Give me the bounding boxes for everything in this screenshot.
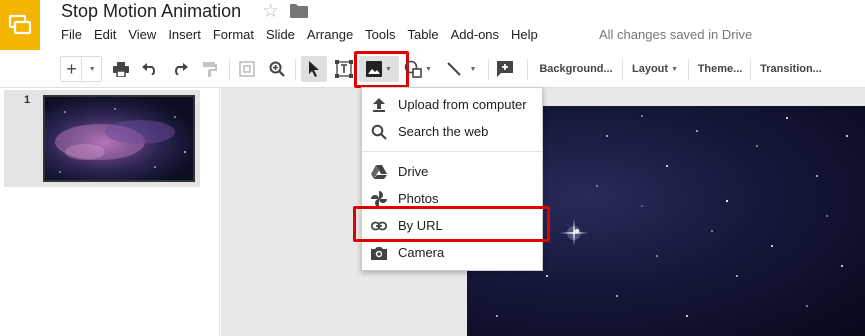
- menu-help[interactable]: Help: [505, 26, 544, 44]
- chevron-down-icon: ▼: [469, 65, 477, 73]
- menu-item-drive[interactable]: Drive: [362, 159, 542, 185]
- undo-button[interactable]: [139, 56, 161, 82]
- slides-logo[interactable]: [0, 0, 40, 50]
- menu-item-upload-from-computer[interactable]: Upload from computer: [362, 92, 542, 118]
- toolbar: + ▼ ▼ ▼ ▼ Background... Layout ▼ Theme..…: [0, 51, 865, 88]
- paint-format-button[interactable]: [199, 56, 221, 82]
- theme-button[interactable]: Theme...: [693, 56, 747, 82]
- comment-button[interactable]: [493, 56, 517, 82]
- star-icon[interactable]: ☆: [262, 0, 279, 23]
- upload-icon: [373, 98, 385, 112]
- menu-format[interactable]: Format: [207, 26, 260, 44]
- shape-button[interactable]: ▼: [401, 56, 435, 82]
- menu-view[interactable]: View: [122, 26, 162, 44]
- slide-thumbnail[interactable]: [43, 95, 195, 182]
- print-button[interactable]: [110, 56, 132, 82]
- menu-arrange[interactable]: Arrange: [301, 26, 359, 44]
- save-status[interactable]: All changes saved in Drive: [599, 27, 752, 42]
- redo-icon: [175, 63, 188, 75]
- chevron-down-icon: ▼: [671, 65, 678, 73]
- menu-insert[interactable]: Insert: [162, 26, 207, 44]
- chevron-down-icon: ▼: [425, 65, 432, 73]
- menu-file[interactable]: File: [55, 26, 88, 44]
- print-icon: [113, 61, 129, 77]
- text-box-button[interactable]: [332, 56, 356, 82]
- paint-format-icon: [203, 61, 217, 77]
- menu-slide[interactable]: Slide: [260, 26, 301, 44]
- folder-icon[interactable]: [290, 4, 308, 23]
- slide-filmstrip: 1: [0, 88, 220, 336]
- line-icon: [446, 62, 461, 76]
- transition-button[interactable]: Transition...: [755, 56, 827, 82]
- line-button[interactable]: ▼: [442, 56, 480, 82]
- toolbar-divider: [488, 59, 489, 80]
- text-box-icon: [335, 60, 353, 78]
- chevron-down-icon: ▼: [88, 65, 96, 73]
- document-title[interactable]: Stop Motion Animation: [61, 1, 241, 22]
- select-icon: [309, 61, 319, 77]
- menu-item-by-url[interactable]: By URL: [362, 213, 542, 239]
- toolbar-divider: [295, 59, 296, 80]
- new-slide-icon: +: [66, 58, 77, 79]
- camera-icon: [371, 247, 387, 260]
- zoom-fit-button[interactable]: [236, 56, 258, 82]
- new-slide-button[interactable]: + ▼: [60, 56, 102, 82]
- comment-icon: [497, 61, 513, 77]
- insert-image-button[interactable]: ▼: [359, 56, 399, 82]
- zoom-button[interactable]: [266, 56, 288, 82]
- search-icon: [371, 124, 387, 140]
- toolbar-divider: [622, 59, 623, 80]
- zoom-icon: [269, 61, 285, 77]
- menu-item-search-the-web[interactable]: Search the web: [362, 119, 542, 145]
- toolbar-divider: [527, 59, 528, 80]
- menu-add-ons[interactable]: Add-ons: [445, 26, 505, 44]
- menu-tools[interactable]: Tools: [359, 26, 401, 44]
- zoom-fit-icon: [239, 61, 255, 77]
- menu-item-camera[interactable]: Camera: [362, 240, 542, 266]
- insert-image-menu: Upload from computer Search the web Driv…: [361, 87, 543, 271]
- redo-button[interactable]: [169, 56, 191, 82]
- menu-item-photos[interactable]: Photos: [362, 186, 542, 212]
- shape-icon: [404, 60, 422, 78]
- background-button[interactable]: Background...: [533, 56, 619, 82]
- photos-icon: [371, 191, 387, 207]
- menu-table[interactable]: Table: [402, 26, 445, 44]
- undo-icon: [142, 63, 155, 75]
- chevron-down-icon: ▼: [385, 65, 392, 73]
- drive-icon: [371, 165, 387, 179]
- toolbar-divider: [229, 59, 230, 80]
- menu-edit[interactable]: Edit: [88, 26, 122, 44]
- toolbar-divider: [750, 59, 751, 80]
- link-icon: [371, 221, 387, 231]
- toolbar-divider: [688, 59, 689, 80]
- layout-button[interactable]: Layout ▼: [627, 56, 683, 82]
- slide-number: 1: [24, 94, 31, 106]
- slides-logo-icon: [8, 14, 32, 35]
- menu-divider: [362, 151, 542, 152]
- nebula-thumbnail-image: [55, 108, 186, 173]
- menu-bar: File Edit View Insert Format Slide Arran…: [55, 26, 544, 44]
- select-tool-button[interactable]: [301, 56, 327, 82]
- image-icon: [366, 61, 383, 77]
